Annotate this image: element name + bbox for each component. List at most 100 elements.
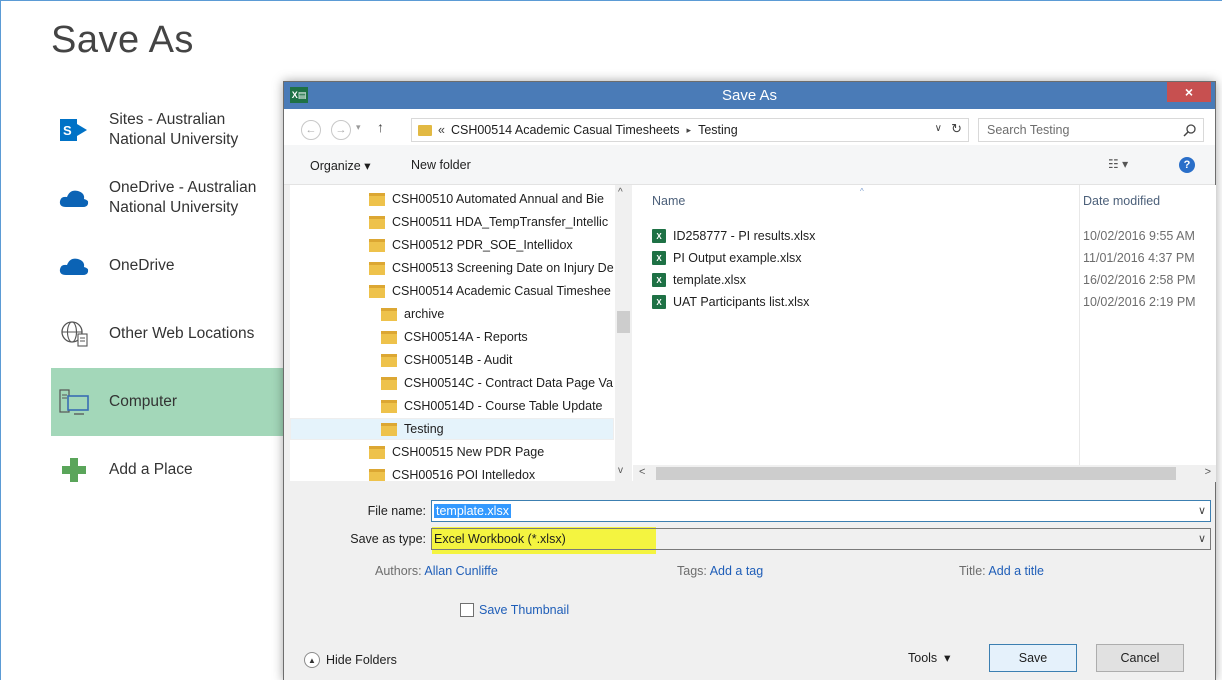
tree-item[interactable]: CSH00511 HDA_TempTransfer_Intellic	[369, 211, 629, 233]
file-row[interactable]: X ID258777 - PI results.xlsx 10/02/2016 9:…	[652, 225, 1212, 247]
breadcrumb-item[interactable]: Testing	[698, 123, 738, 137]
chevron-down-icon[interactable]: ∨	[1198, 504, 1206, 517]
excel-file-icon: X	[652, 295, 666, 309]
collapse-icon: ▲	[304, 652, 320, 668]
tree-item[interactable]: CSH00513 Screening Date on Injury De	[369, 257, 629, 279]
file-name-field[interactable]: template.xlsx ∨	[431, 500, 1211, 522]
search-input[interactable]: Search Testing	[978, 118, 1204, 142]
cancel-button[interactable]: Cancel	[1096, 644, 1184, 672]
plus-icon	[57, 453, 91, 487]
close-button[interactable]: ×	[1167, 82, 1211, 102]
tree-item-label: CSH00514B - Audit	[404, 353, 513, 367]
file-list-scrollbar[interactable]: < >	[633, 465, 1216, 482]
folder-icon	[381, 399, 397, 413]
excel-file-icon: X	[652, 229, 666, 243]
tree-item[interactable]: CSH00515 New PDR Page	[369, 441, 629, 463]
save-form: File name: template.xlsx ∨ Save as type:…	[284, 482, 1215, 680]
recent-dropdown-icon[interactable]: ▾	[356, 122, 361, 133]
new-folder-button[interactable]: New folder	[411, 158, 471, 172]
save-type-select[interactable]: Excel Workbook (*.xlsx) ∨	[431, 528, 1211, 550]
folder-icon	[369, 261, 385, 275]
up-arrow-icon[interactable]: ↑	[377, 119, 384, 135]
dialog-titlebar[interactable]: X▤ Save As ×	[284, 82, 1215, 109]
tree-item[interactable]: CSH00514B - Audit	[381, 349, 621, 371]
file-list: Name ^ Date modified X ID258777 - PI resu…	[633, 185, 1216, 481]
address-row: ← → ▾ ↑ « CSH00514 Academic Casual Times…	[284, 109, 1215, 145]
file-row[interactable]: Xtemplate.xlsx 16/02/2016 2:58 PM	[652, 269, 1212, 291]
back-arrow-icon[interactable]: ←	[301, 120, 321, 140]
file-date: 11/01/2016 4:37 PM	[1083, 251, 1195, 265]
place-computer[interactable]: Computer	[51, 368, 283, 436]
title-value[interactable]: Add a title	[988, 564, 1044, 578]
forward-arrow-icon[interactable]: →	[331, 120, 351, 140]
folder-icon	[369, 215, 385, 229]
file-row[interactable]: X UAT Participants list.xlsx 10/02/2016 2:…	[652, 291, 1212, 313]
save-type-label: Save as type:	[350, 532, 426, 546]
chevron-down-icon[interactable]: ∨	[1198, 532, 1206, 545]
address-bar[interactable]: « CSH00514 Academic Casual Timesheets ▸ …	[411, 118, 969, 142]
address-overflow[interactable]: «	[438, 123, 445, 137]
save-thumbnail-checkbox[interactable]	[460, 603, 474, 617]
scroll-up-icon[interactable]: ^	[618, 187, 623, 198]
tree-item[interactable]: CSH00514C - Contract Data Page Va	[381, 372, 621, 394]
scrollbar-thumb[interactable]	[656, 467, 1176, 480]
scroll-left-icon[interactable]: <	[639, 466, 645, 478]
tree-item-label: CSH00514D - Course Table Update	[404, 399, 603, 413]
save-button[interactable]: Save	[989, 644, 1077, 672]
scroll-down-icon[interactable]: v	[618, 465, 623, 476]
file-date: 16/02/2016 2:58 PM	[1083, 273, 1196, 287]
file-name-value: template.xlsx	[434, 504, 511, 518]
place-label: OneDrive - Australian National Universit…	[109, 179, 257, 216]
scroll-right-icon[interactable]: >	[1205, 466, 1211, 478]
tree-item[interactable]: CSH00514D - Course Table Update	[381, 395, 621, 417]
hide-folders-button[interactable]: ▲ Hide Folders	[304, 652, 397, 668]
title-field: Title: Add a title	[959, 564, 1044, 578]
folder-icon	[381, 422, 397, 436]
column-header-name[interactable]: Name	[652, 185, 685, 217]
tags-field: Tags: Add a tag	[677, 564, 763, 578]
globe-icon	[57, 317, 91, 351]
tree-item[interactable]: archive	[381, 303, 621, 325]
onedrive-icon	[57, 249, 91, 283]
organize-button[interactable]: Organize ▾	[310, 158, 370, 173]
place-other-web[interactable]: Other Web Locations	[51, 300, 283, 368]
search-icon	[1183, 124, 1196, 137]
place-add[interactable]: Add a Place	[51, 436, 283, 504]
tree-item-label: CSH00510 Automated Annual and Bie	[392, 192, 604, 206]
authors-label: Authors:	[375, 564, 422, 578]
folder-tree: CSH00510 Automated Annual and Bie CSH005…	[290, 185, 633, 481]
breadcrumb-item[interactable]: CSH00514 Academic Casual Timesheets	[451, 123, 680, 137]
tools-button[interactable]: Tools ▾	[908, 650, 950, 665]
file-date: 10/02/2016 9:55 AM	[1083, 229, 1195, 243]
tags-value[interactable]: Add a tag	[710, 564, 764, 578]
view-options-icon[interactable]: ☷ ▾	[1108, 157, 1128, 171]
computer-icon	[57, 385, 91, 419]
column-header-date[interactable]: Date modified	[1083, 185, 1160, 217]
tree-item-label: CSH00513 Screening Date on Injury De	[392, 261, 614, 275]
tree-scrollbar[interactable]: ^ v	[615, 185, 632, 481]
file-date: 10/02/2016 2:19 PM	[1083, 295, 1196, 309]
tree-item[interactable]: CSH00514 Academic Casual Timeshee	[369, 280, 629, 302]
onedrive-icon	[57, 181, 91, 215]
dialog-title: Save As	[721, 87, 778, 104]
save-as-dialog: X▤ Save As × ← → ▾ ↑ « CSH00514 Academic…	[283, 81, 1216, 680]
place-sites[interactable]: S Sites - Australian National University	[51, 96, 283, 164]
scrollbar-thumb[interactable]	[617, 311, 630, 333]
address-dropdown-icon[interactable]: ∨	[935, 123, 942, 134]
svg-text:S: S	[63, 123, 72, 138]
tree-item[interactable]: CSH00516 POI Intelledox	[369, 464, 629, 481]
search-placeholder: Search Testing	[987, 123, 1070, 137]
tree-item[interactable]: CSH00512 PDR_SOE_Intellidox	[369, 234, 629, 256]
refresh-icon[interactable]: ↻	[951, 121, 962, 137]
tree-item-selected[interactable]: Testing	[290, 418, 614, 440]
help-icon[interactable]: ?	[1179, 157, 1195, 173]
place-onedrive[interactable]: OneDrive	[51, 232, 283, 300]
place-onedrive-anu[interactable]: OneDrive - Australian National Universit…	[51, 164, 283, 232]
tree-item[interactable]: CSH00514A - Reports	[381, 326, 621, 348]
tree-item[interactable]: CSH00510 Automated Annual and Bie	[369, 188, 629, 210]
save-thumbnail-label[interactable]: Save Thumbnail	[479, 603, 569, 617]
file-row[interactable]: X PI Output example.xlsx 11/01/2016 4:37 P…	[652, 247, 1212, 269]
backstage-title: Save As	[51, 19, 194, 61]
breadcrumb-separator[interactable]: ▸	[687, 125, 692, 136]
authors-value[interactable]: Allan Cunliffe	[424, 564, 497, 578]
